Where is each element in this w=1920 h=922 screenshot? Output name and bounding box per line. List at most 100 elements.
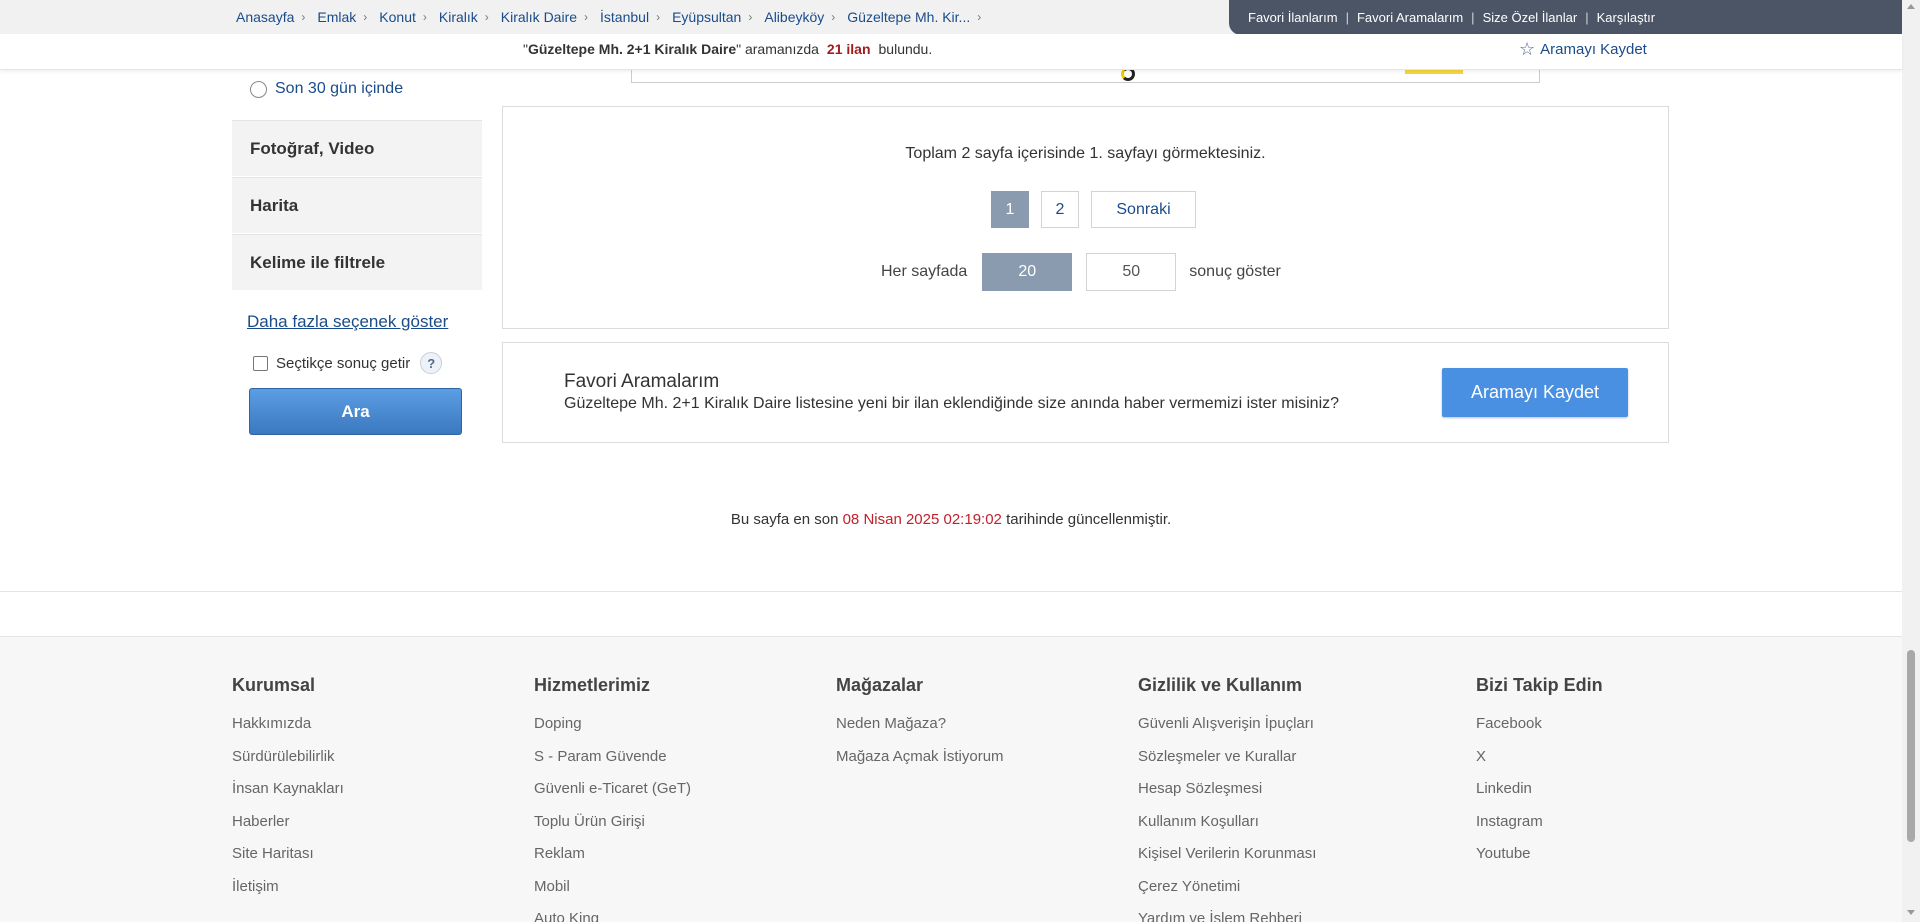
footer-link[interactable]: Mağaza Açmak İstiyorum (836, 741, 1004, 774)
question-circle-icon[interactable]: ? (420, 352, 443, 374)
save-search-button[interactable]: Aramayı Kaydet (1442, 368, 1628, 417)
footer-column-title: Gizlilik ve Kullanım (1138, 675, 1303, 695)
favorite-search-panel: Favori Aramalarım Güzeltepe Mh. 2+1 Kira… (502, 342, 1669, 443)
updated-suffix: tarihinde güncellenmiştir. (1006, 511, 1172, 528)
scroll-down-arrow-icon[interactable] (1907, 910, 1915, 915)
page-list: 1 2 Sonraki (991, 191, 1208, 228)
quick-link-favorite-searches[interactable]: Favori Aramalarım (1357, 10, 1463, 25)
footer-column-corporate: Kurumsal Hakkımızda Sürdürülebilirlik İn… (232, 675, 344, 903)
breadcrumb-item-konut[interactable]: Konut › (379, 9, 427, 25)
breadcrumb-label: Emlak (317, 9, 357, 25)
save-search-label: Aramayı Kaydet (1540, 41, 1647, 58)
chevron-right-icon: › (748, 10, 753, 24)
chevron-right-icon: › (363, 10, 368, 24)
footer-link[interactable]: Haberler (232, 806, 344, 839)
breadcrumb-item-emlak[interactable]: Emlak › (317, 9, 367, 25)
footer-link[interactable]: Sözleşmeler ve Kurallar (1138, 741, 1316, 774)
footer-link-instagram[interactable]: Instagram (1476, 806, 1603, 839)
divider: | (1471, 10, 1475, 25)
footer-column-privacy: Gizlilik ve Kullanım Güvenli Alışverişin… (1138, 675, 1316, 922)
instant-results-label[interactable]: Seçtikçe sonuç getir (276, 355, 410, 372)
search-button[interactable]: Ara (249, 388, 462, 435)
result-suffix: bulundu. (878, 41, 933, 57)
footer-link-x[interactable]: X (1476, 741, 1603, 774)
star-outline-icon: ☆ (1519, 39, 1536, 59)
per-page-label: Her sayfada (881, 263, 968, 280)
breadcrumb-label: Güzeltepe Mh. Kir... (847, 9, 971, 25)
footer-link[interactable]: İnsan Kaynakları (232, 773, 344, 806)
footer-link[interactable]: Hakkımızda (232, 708, 344, 741)
footer: Kurumsal Hakkımızda Sürdürülebilirlik İn… (0, 636, 1902, 922)
page-button-2[interactable]: 2 (1041, 191, 1079, 228)
footer-link[interactable]: Hesap Sözleşmesi (1138, 773, 1316, 806)
footer-link[interactable]: Mobil (534, 871, 691, 904)
instant-results-toggle: Seçtikçe sonuç getir ? (253, 352, 443, 374)
save-search-link[interactable]: ☆ Aramayı Kaydet (1519, 39, 1647, 60)
result-summary: " Güzeltepe Mh. 2+1 Kiralık Daire " araman… (523, 34, 932, 64)
ad-graphic (1405, 70, 1463, 74)
footer-column-stores: Mağazalar Neden Mağaza? Mağaza Açmak İst… (836, 675, 1004, 773)
divider (0, 591, 1902, 592)
breadcrumb-item-istanbul[interactable]: İstanbul › (600, 9, 660, 25)
per-page-option-50[interactable]: 50 (1086, 253, 1177, 291)
footer-column-title: Bizi Takip Edin (1476, 675, 1603, 695)
quick-link-compare[interactable]: Karşılaştır (1597, 10, 1656, 25)
breadcrumb-item-eyupsultan[interactable]: Eyüpsultan › (672, 9, 752, 25)
radio-button[interactable] (250, 80, 267, 98)
updated-date: 08 Nisan 2025 02:19:02 (842, 511, 1002, 528)
last-updated: Bu sayfa en son 08 Nisan 2025 02:19:02 t… (0, 511, 1902, 528)
footer-link[interactable]: Çerez Yönetimi (1138, 871, 1316, 904)
footer-link[interactable]: Doping (534, 708, 691, 741)
footer-link[interactable]: Güvenli e-Ticaret (GeT) (534, 773, 691, 806)
divider: | (1345, 10, 1349, 25)
footer-link[interactable]: Neden Mağaza? (836, 708, 1004, 741)
search-label: " aramanızda (736, 41, 819, 57)
scroll-up-arrow-icon[interactable] (1907, 4, 1915, 9)
date-filter-option[interactable]: Son 30 gün içinde (250, 80, 403, 98)
quick-link-special-listings[interactable]: Size Özel İlanlar (1483, 10, 1578, 25)
footer-link-linkedin[interactable]: Linkedin (1476, 773, 1603, 806)
vertical-scrollbar[interactable] (1902, 0, 1920, 922)
page-button-1[interactable]: 1 (991, 191, 1029, 228)
breadcrumb-item-kiralik-daire[interactable]: Kiralık Daire › (501, 9, 588, 25)
breadcrumb: Anasayfa › Emlak › Konut › Kiralık › Kiralık… (236, 0, 993, 34)
breadcrumb-item-alibeykoy[interactable]: Alibeyköy › (764, 9, 835, 25)
footer-link[interactable]: Toplu Ürün Girişi (534, 806, 691, 839)
chevron-right-icon: › (301, 10, 306, 24)
pagination-summary: Toplam 2 sayfa içerisinde 1. sayfayı gör… (905, 145, 1266, 162)
footer-link[interactable]: Güvenli Alışverişin İpuçları (1138, 708, 1316, 741)
footer-column-title: Hizmetlerimiz (534, 675, 651, 695)
footer-link[interactable]: İletişim (232, 871, 344, 904)
footer-link[interactable]: Kişisel Verilerin Korunması (1138, 838, 1316, 871)
per-page-option-20[interactable]: 20 (982, 253, 1073, 291)
breadcrumb-label: Alibeyköy (764, 9, 825, 25)
footer-link[interactable]: Reklam (534, 838, 691, 871)
footer-column-services: Hizmetlerimiz Doping S - Param Güvende G… (534, 675, 691, 922)
footer-column-title: Mağazalar (836, 675, 924, 695)
filter-section-photo-video[interactable]: Fotoğraf, Video (232, 120, 482, 176)
footer-link-youtube[interactable]: Youtube (1476, 838, 1603, 871)
footer-link[interactable]: Yardım ve İşlem Rehberi (1138, 903, 1316, 922)
footer-link[interactable]: Site Haritası (232, 838, 344, 871)
breadcrumb-item-kiralik[interactable]: Kiralık › (439, 9, 489, 25)
breadcrumb-item-guzeltepe[interactable]: Güzeltepe Mh. Kir... › (847, 9, 981, 25)
more-options-link[interactable]: Daha fazla seçenek göster (247, 312, 448, 332)
per-page-suffix: sonuç göster (1189, 263, 1281, 280)
quick-link-favorite-listings[interactable]: Favori İlanlarım (1248, 10, 1338, 25)
favorite-search-description: Güzeltepe Mh. 2+1 Kiralık Daire listesin… (564, 395, 1340, 412)
footer-link[interactable]: S - Param Güvende (534, 741, 691, 774)
filter-section-keyword[interactable]: Kelime ile filtrele (232, 234, 482, 290)
breadcrumb-label: Kiralık (438, 9, 478, 25)
breadcrumb-item-anasayfa[interactable]: Anasayfa › (236, 9, 305, 25)
footer-link[interactable]: Auto King (534, 903, 691, 922)
next-page-button[interactable]: Sonraki (1091, 191, 1196, 228)
footer-link[interactable]: Sürdürülebilirlik (232, 741, 344, 774)
breadcrumb-label: Anasayfa (236, 9, 295, 25)
filter-section-map[interactable]: Harita (232, 177, 482, 233)
footer-link-facebook[interactable]: Facebook (1476, 708, 1603, 741)
result-count: 21 ilan (826, 41, 871, 57)
footer-link[interactable]: Kullanım Koşulları (1138, 806, 1316, 839)
instant-results-checkbox[interactable] (253, 355, 268, 371)
scrollbar-thumb[interactable] (1907, 650, 1915, 842)
favorite-search-title: Favori Aramalarım (564, 371, 720, 392)
